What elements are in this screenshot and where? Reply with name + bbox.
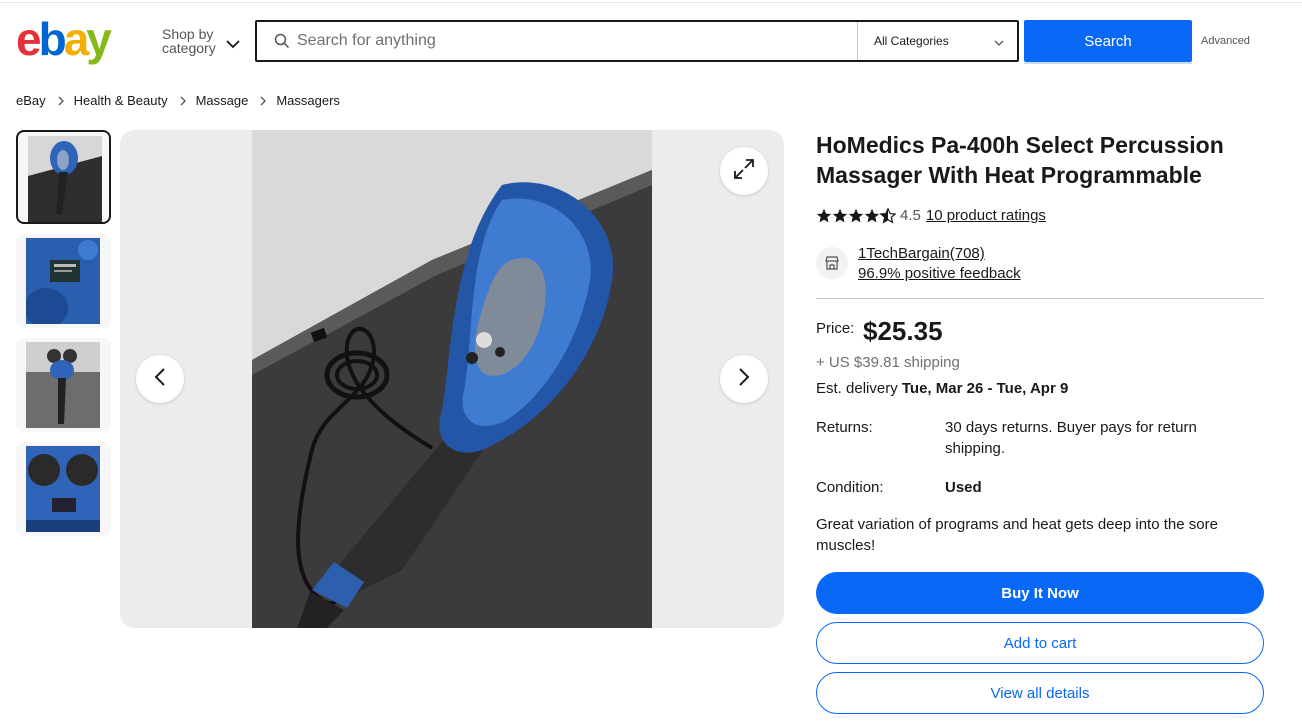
condition-value: Used <box>945 479 982 496</box>
view-all-details-button[interactable]: View all details <box>816 672 1264 714</box>
price-value: $25.35 <box>863 316 943 346</box>
shop-by-category-button[interactable]: Shop by category <box>162 26 240 56</box>
price-label: Price: <box>816 320 855 337</box>
condition-label: Condition: <box>816 479 884 496</box>
item-description: Great variation of programs and heat get… <box>816 516 1218 554</box>
search-bar: All Categories <box>255 20 1019 62</box>
returns-value: 30 days returns. Buyer pays for return s… <box>945 419 1197 457</box>
divider <box>816 298 1264 299</box>
breadcrumb-item-massagers[interactable]: Massagers <box>276 93 340 108</box>
search-icon <box>274 33 290 54</box>
rating-stars-icon <box>816 207 896 224</box>
chevron-down-icon <box>226 37 240 51</box>
search-button[interactable]: Search <box>1024 20 1192 62</box>
add-to-cart-button[interactable]: Add to cart <box>816 622 1264 664</box>
expand-icon <box>733 158 755 185</box>
seller-name-link[interactable]: 1TechBargain(708) <box>858 245 985 262</box>
top-border <box>0 2 1302 3</box>
shop-by-line1: Shop by <box>162 26 214 42</box>
store-icon <box>816 247 848 279</box>
breadcrumb-item-health-beauty[interactable]: Health & Beauty <box>74 93 168 108</box>
gallery-thumbnail[interactable] <box>16 234 111 328</box>
product-ratings-link[interactable]: 10 product ratings <box>926 207 1046 224</box>
search-button-underline <box>1024 62 1192 64</box>
delivery-dates: Tue, Mar 26 - Tue, Apr 9 <box>901 380 1069 397</box>
chevron-left-icon <box>154 367 166 391</box>
returns-label: Returns: <box>816 419 873 436</box>
chevron-right-icon <box>260 96 267 106</box>
breadcrumb-item-ebay[interactable]: eBay <box>16 93 46 108</box>
product-thumbnail-image <box>26 446 100 532</box>
search-input[interactable] <box>297 28 847 54</box>
shop-by-line2: category <box>162 40 216 56</box>
product-rating: 4.5 10 product ratings <box>816 207 1046 224</box>
product-thumbnail-image <box>28 136 102 222</box>
gallery-thumbnail[interactable] <box>16 130 111 224</box>
product-main-image <box>252 130 652 628</box>
chevron-down-icon <box>994 36 1004 50</box>
category-select-value: All Categories <box>874 34 949 48</box>
breadcrumb-item-massage[interactable]: Massage <box>196 93 249 108</box>
buy-it-now-button[interactable]: Buy It Now <box>816 572 1264 614</box>
estimated-delivery: Est. delivery Tue, Mar 26 - Tue, Apr 9 <box>816 380 1068 397</box>
chevron-right-icon <box>58 96 64 106</box>
delivery-label: Est. delivery <box>816 380 898 397</box>
shipping-cost: + US $39.81 shipping <box>816 354 960 371</box>
product-title: HoMedics Pa-400h Select Percussion Massa… <box>816 132 1224 188</box>
previous-image-button[interactable] <box>136 355 184 403</box>
svg-text:ebay: ebay <box>16 15 112 65</box>
next-image-button[interactable] <box>720 355 768 403</box>
gallery-thumbnail[interactable] <box>16 338 111 432</box>
category-select[interactable]: All Categories <box>857 22 1017 60</box>
ebay-logo[interactable]: ebay <box>16 13 134 67</box>
product-thumbnail-image <box>26 238 100 324</box>
rating-value: 4.5 <box>900 207 921 224</box>
gallery-thumbnail[interactable] <box>16 442 111 536</box>
fullscreen-button[interactable] <box>720 147 768 195</box>
main-image-viewer[interactable] <box>120 130 784 628</box>
chevron-right-icon <box>738 367 750 391</box>
advanced-search-link[interactable]: Advanced <box>1201 35 1250 47</box>
product-thumbnail-image <box>26 342 100 428</box>
seller-feedback-link[interactable]: 96.9% positive feedback <box>858 265 1021 282</box>
breadcrumb: eBay Health & Beauty Massage Massagers <box>16 93 340 108</box>
chevron-right-icon <box>180 96 186 106</box>
